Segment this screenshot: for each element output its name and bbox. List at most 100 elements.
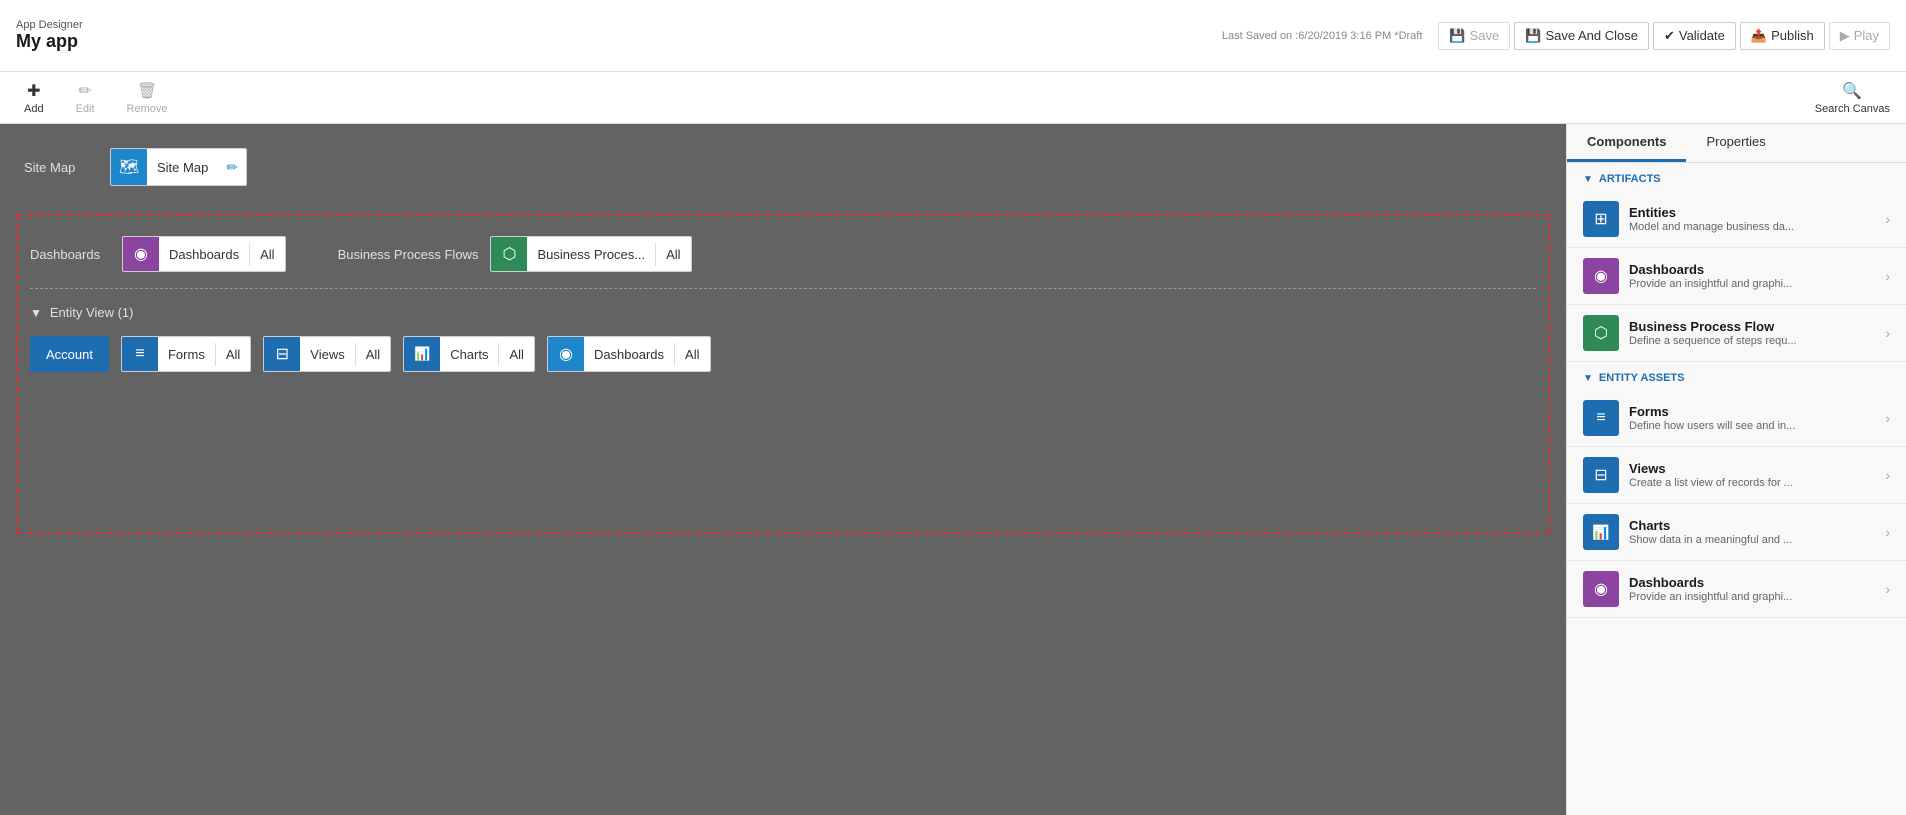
save-button[interactable]: 💾 Save: [1438, 22, 1510, 50]
charts-text: Charts: [440, 343, 498, 366]
charts-comp-title: Charts: [1629, 518, 1875, 533]
artifacts-section-header: ▼ ARTIFACTS: [1567, 163, 1906, 191]
views-comp-icon-box: ⊟: [1583, 457, 1619, 493]
entities-title: Entities: [1629, 205, 1875, 220]
sitemap-text: Site Map: [147, 156, 218, 179]
charts-all-button[interactable]: All: [498, 343, 533, 366]
dashboards-comp-icon: ◉: [1594, 266, 1608, 286]
dashed-section: Dashboards ◉ Dashboards All Business Pro…: [16, 214, 1550, 534]
sitemap-widget[interactable]: 🗺 Site Map ✏: [110, 148, 247, 186]
main-layout: Site Map 🗺 Site Map ✏ Dashboards ◉ Dashb…: [0, 124, 1906, 815]
dashboards-widget-text: Dashboards: [159, 243, 249, 266]
bpf-comp-icon: ⬡: [1594, 323, 1608, 343]
entity-dashboards-text: Dashboards: [584, 343, 674, 366]
header-right: Last Saved on :6/20/2019 3:16 PM *Draft …: [1222, 22, 1890, 50]
component-item-charts[interactable]: 📊 Charts Show data in a meaningful and .…: [1567, 504, 1906, 561]
dashboards-row: Dashboards ◉ Dashboards All Business Pro…: [30, 228, 1536, 289]
play-button[interactable]: ▶ Play: [1829, 22, 1890, 50]
add-icon: ✚: [27, 81, 40, 101]
validate-button[interactable]: ✔ Validate: [1653, 22, 1736, 50]
panel-tabs: Components Properties: [1567, 124, 1906, 163]
header: App Designer My app Last Saved on :6/20/…: [0, 0, 1906, 72]
charts-comp-text: Charts Show data in a meaningful and ...: [1629, 518, 1875, 546]
entity-dashboards-icon-box: ◉: [548, 336, 584, 372]
bpf-icon-box: ⬡: [491, 236, 527, 272]
canvas: Site Map 🗺 Site Map ✏ Dashboards ◉ Dashb…: [0, 124, 1566, 815]
remove-button[interactable]: 🗑 Remove: [119, 77, 176, 119]
forms-comp-text: Forms Define how users will see and in..…: [1629, 404, 1875, 432]
entity-dashboards-all-button[interactable]: All: [674, 343, 709, 366]
forms-comp-desc: Define how users will see and in...: [1629, 420, 1875, 432]
dashboards-asset-title: Dashboards: [1629, 575, 1875, 590]
add-button[interactable]: ✚ Add: [16, 77, 52, 119]
app-designer-label: App Designer: [16, 19, 83, 31]
header-meta: Last Saved on :6/20/2019 3:16 PM *Draft: [1222, 30, 1423, 42]
forms-all-button[interactable]: All: [215, 343, 250, 366]
dashboards-asset-icon: ◉: [1594, 579, 1608, 599]
account-button[interactable]: Account: [30, 336, 109, 372]
dashboards-asset-desc: Provide an insightful and graphi...: [1629, 591, 1875, 603]
forms-icon: ≡: [135, 345, 144, 363]
app-name: My app: [16, 31, 83, 52]
component-item-views[interactable]: ⊟ Views Create a list view of records fo…: [1567, 447, 1906, 504]
save-and-close-button[interactable]: 💾 Save And Close: [1514, 22, 1649, 50]
forms-icon-box: ≡: [122, 336, 158, 372]
charts-widget[interactable]: 📊 Charts All: [403, 336, 535, 372]
entity-view-chevron-icon[interactable]: ▼: [30, 306, 42, 320]
component-item-entities[interactable]: ⊞ Entities Model and manage business da.…: [1567, 191, 1906, 248]
entities-chevron-icon: ›: [1885, 211, 1890, 227]
bpf-comp-desc: Define a sequence of steps requ...: [1629, 335, 1875, 347]
dashboards-asset-icon-box: ◉: [1583, 571, 1619, 607]
sitemap-edit-icon[interactable]: ✏: [218, 155, 246, 180]
bpf-widget-text: Business Proces...: [527, 243, 655, 266]
play-icon: ▶: [1840, 28, 1850, 44]
sitemap-icon: 🗺: [119, 157, 139, 177]
search-icon: 🔍: [1842, 81, 1862, 101]
entity-assets-chevron-icon[interactable]: ▼: [1583, 373, 1593, 384]
entity-row: Account ≡ Forms All ⊟ Views All: [30, 336, 1536, 372]
entity-assets-section-header: ▼ ENTITY ASSETS: [1567, 362, 1906, 390]
tab-components[interactable]: Components: [1567, 124, 1686, 162]
bpf-all-button[interactable]: All: [655, 243, 690, 266]
publish-icon: 📤: [1751, 28, 1767, 44]
views-comp-icon: ⊟: [1594, 465, 1607, 485]
component-item-forms[interactable]: ≡ Forms Define how users will see and in…: [1567, 390, 1906, 447]
dashboards-icon: ◉: [134, 244, 148, 264]
dashboards-comp-title: Dashboards: [1629, 262, 1875, 277]
component-item-dashboards-asset[interactable]: ◉ Dashboards Provide an insightful and g…: [1567, 561, 1906, 618]
dashboards-comp-icon-box: ◉: [1583, 258, 1619, 294]
edit-icon: ✏: [78, 81, 91, 101]
dashboards-icon-box: ◉: [123, 236, 159, 272]
charts-icon: 📊: [414, 346, 430, 362]
edit-button[interactable]: ✏ Edit: [68, 77, 103, 119]
views-icon-box: ⊟: [264, 336, 300, 372]
search-canvas[interactable]: 🔍 Search Canvas: [1815, 81, 1890, 115]
entities-text: Entities Model and manage business da...: [1629, 205, 1875, 233]
artifacts-chevron-icon[interactable]: ▼: [1583, 174, 1593, 185]
publish-button[interactable]: 📤 Publish: [1740, 22, 1825, 50]
views-comp-desc: Create a list view of records for ...: [1629, 477, 1875, 489]
bpf-chevron-icon: ›: [1885, 325, 1890, 341]
dashboards-widget[interactable]: ◉ Dashboards All: [122, 236, 286, 272]
views-all-button[interactable]: All: [355, 343, 390, 366]
dashboards-section-label: Dashboards: [30, 247, 110, 262]
validate-icon: ✔: [1664, 28, 1675, 44]
views-widget[interactable]: ⊟ Views All: [263, 336, 391, 372]
remove-icon: 🗑: [137, 81, 157, 101]
charts-comp-icon: 📊: [1592, 524, 1609, 541]
sitemap-row: Site Map 🗺 Site Map ✏: [16, 140, 1550, 194]
dashboards-asset-chevron-icon: ›: [1885, 581, 1890, 597]
charts-comp-icon-box: 📊: [1583, 514, 1619, 550]
tab-properties[interactable]: Properties: [1686, 124, 1785, 162]
forms-comp-icon: ≡: [1596, 409, 1605, 427]
dashboards-all-button[interactable]: All: [249, 243, 284, 266]
entity-dashboards-icon: ◉: [559, 344, 573, 364]
bpf-widget[interactable]: ⬡ Business Proces... All: [490, 236, 691, 272]
bpf-comp-title: Business Process Flow: [1629, 319, 1875, 334]
entity-dashboards-widget[interactable]: ◉ Dashboards All: [547, 336, 711, 372]
component-item-dashboards[interactable]: ◉ Dashboards Provide an insightful and g…: [1567, 248, 1906, 305]
dashboards-chevron-icon: ›: [1885, 268, 1890, 284]
forms-widget[interactable]: ≡ Forms All: [121, 336, 251, 372]
save-close-icon: 💾: [1525, 28, 1541, 44]
component-item-bpf[interactable]: ⬡ Business Process Flow Define a sequenc…: [1567, 305, 1906, 362]
